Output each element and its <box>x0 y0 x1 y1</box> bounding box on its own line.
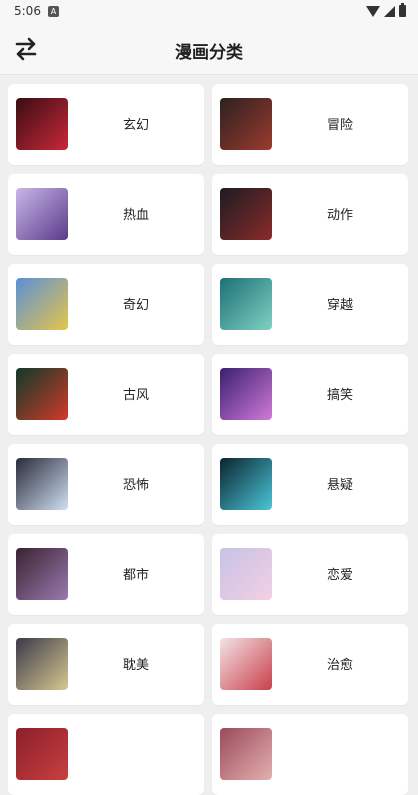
category-cover-image <box>16 98 68 150</box>
category-cover-image <box>220 368 272 420</box>
category-cover-image <box>220 458 272 510</box>
app-bar: 漫画分类 <box>0 24 418 75</box>
category-card[interactable]: 搞笑 <box>212 354 408 435</box>
category-label: 古风 <box>122 388 149 403</box>
category-label: 冒险 <box>326 118 353 133</box>
status-time: 5:06 <box>14 4 41 18</box>
category-cover-image <box>16 548 68 600</box>
category-card[interactable]: 热血 <box>8 174 204 255</box>
category-cover-image <box>220 278 272 330</box>
notification-icon: A <box>48 6 59 17</box>
category-grid: 玄幻 冒险热血 动作奇幻 穿越古风 搞笑恐怖 悬疑都市 恋爱耽美 治愈 <box>8 84 410 795</box>
category-card[interactable] <box>212 714 408 795</box>
category-cover-image <box>16 278 68 330</box>
category-card[interactable]: 恐怖 <box>8 444 204 525</box>
category-card[interactable]: 玄幻 <box>8 84 204 165</box>
category-label: 搞笑 <box>326 388 353 403</box>
category-label: 悬疑 <box>326 478 353 493</box>
category-cover-image <box>220 188 272 240</box>
category-cover-image <box>220 638 272 690</box>
category-cover-image <box>16 368 68 420</box>
category-cover-image <box>16 188 68 240</box>
category-card[interactable]: 治愈 <box>212 624 408 705</box>
category-card[interactable]: 悬疑 <box>212 444 408 525</box>
category-label: 动作 <box>326 208 353 223</box>
category-label: 治愈 <box>326 658 353 673</box>
category-label: 恐怖 <box>122 478 149 493</box>
cellular-signal-icon <box>384 5 395 17</box>
category-label: 都市 <box>122 568 149 583</box>
category-label: 热血 <box>122 208 149 223</box>
category-card[interactable]: 奇幻 <box>8 264 204 345</box>
category-cover-image <box>220 728 272 780</box>
category-label: 恋爱 <box>326 568 353 583</box>
category-card[interactable]: 古风 <box>8 354 204 435</box>
status-icons <box>366 3 406 17</box>
category-cover-image <box>16 638 68 690</box>
category-card[interactable]: 冒险 <box>212 84 408 165</box>
category-label: 奇幻 <box>122 298 149 313</box>
battery-icon <box>399 3 406 17</box>
wifi-icon <box>366 5 380 17</box>
category-card[interactable]: 恋爱 <box>212 534 408 615</box>
status-bar: 5:06 A <box>0 0 418 24</box>
category-card[interactable] <box>8 714 204 795</box>
category-cover-image <box>220 98 272 150</box>
page-title: 漫画分类 <box>175 43 243 63</box>
category-card[interactable]: 耽美 <box>8 624 204 705</box>
category-label: 穿越 <box>326 298 353 313</box>
category-card[interactable]: 都市 <box>8 534 204 615</box>
category-label: 玄幻 <box>122 118 149 133</box>
category-card[interactable]: 动作 <box>212 174 408 255</box>
category-card[interactable]: 穿越 <box>212 264 408 345</box>
category-cover-image <box>16 728 68 780</box>
category-cover-image <box>16 458 68 510</box>
category-cover-image <box>220 548 272 600</box>
category-label: 耽美 <box>122 658 149 673</box>
